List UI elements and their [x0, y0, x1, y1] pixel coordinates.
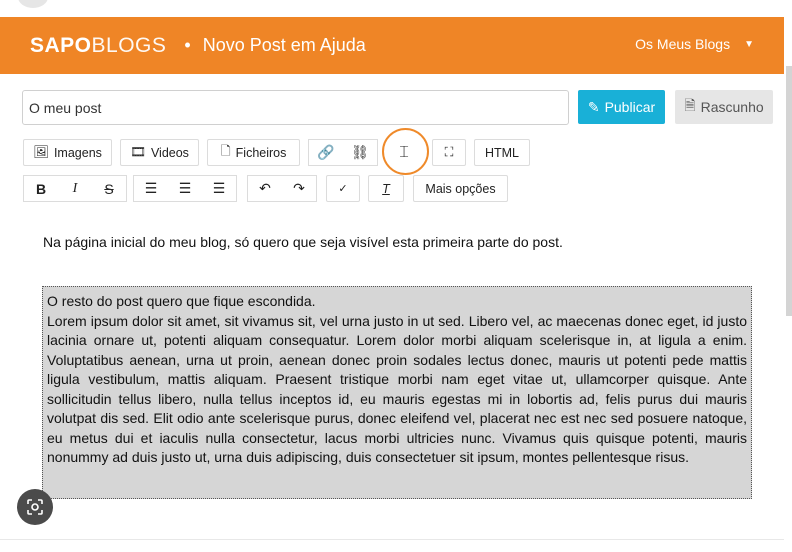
film-icon: 🎞 — [130, 145, 146, 159]
history-group: ↶ ↷ — [247, 175, 317, 202]
link-icon[interactable]: 🔗 — [309, 140, 343, 165]
image-icon: 🖼 — [33, 145, 49, 159]
hidden-content-block: O resto do post quero que fique escondid… — [42, 286, 752, 499]
lens-icon[interactable] — [17, 489, 53, 525]
editor-panel: ✎ Publicar 🗎 Rascunho 🖼Imagens 🎞Videos 🗋… — [0, 74, 784, 552]
scrollbar[interactable] — [784, 0, 792, 552]
my-blogs-label: Os Meus Blogs — [635, 36, 731, 52]
pencil-icon: ✎ — [587, 98, 600, 115]
app-header: SAPOBLOGS • Novo Post em Ajuda Os Meus B… — [0, 17, 784, 74]
spellcheck-icon: ✓ — [338, 183, 348, 195]
divider — [0, 539, 784, 540]
top-circle — [18, 0, 48, 8]
more-options-button[interactable]: Mais opções — [413, 175, 508, 202]
fullscreen-button[interactable]: ⛶ — [432, 139, 466, 166]
clear-format-button[interactable]: T — [368, 175, 404, 202]
images-button[interactable]: 🖼 Imagens — [23, 139, 112, 166]
post-editor[interactable]: Na página inicial do meu blog, só quero … — [22, 211, 772, 552]
format-group: B I S — [23, 175, 127, 202]
file-icon: 🗋 — [220, 144, 231, 158]
italic-icon[interactable]: I — [58, 176, 92, 201]
bold-icon[interactable]: B — [24, 176, 58, 201]
unlink-icon[interactable]: ⛓ — [343, 140, 377, 165]
strikethrough-icon[interactable]: S — [92, 176, 126, 201]
top-strip — [0, 0, 792, 17]
sapo-blogs-logo[interactable]: SAPOBLOGS — [30, 34, 166, 58]
scrollbar-thumb[interactable] — [786, 66, 792, 316]
my-blogs-menu[interactable]: Os Meus Blogs ▼ — [635, 36, 754, 52]
highlight-circle — [382, 128, 429, 175]
redo-icon[interactable]: ↷ — [282, 176, 316, 201]
spellcheck-button[interactable]: ✓ — [326, 175, 360, 202]
clear-format-icon: T — [382, 181, 390, 196]
align-right-icon[interactable]: ☰ — [202, 176, 236, 201]
align-center-icon[interactable]: ☰ — [168, 176, 202, 201]
html-button[interactable]: HTML — [474, 139, 530, 166]
publish-button[interactable]: ✎ Publicar — [578, 90, 665, 124]
align-group: ☰ ☰ ☰ — [133, 175, 237, 202]
fullscreen-icon: ⛶ — [444, 145, 454, 159]
align-left-icon[interactable]: ☰ — [134, 176, 168, 201]
header-separator: • — [184, 35, 191, 55]
videos-button[interactable]: 🎞 Videos — [120, 139, 199, 166]
files-button[interactable]: 🗋 Ficheiros — [207, 139, 300, 166]
post-title-input[interactable] — [22, 90, 569, 125]
intro-paragraph: Na página inicial do meu blog, só quero … — [43, 234, 563, 250]
hidden-first-line: O resto do post quero que fique escondid… — [47, 293, 316, 309]
caret-down-icon: ▼ — [744, 38, 754, 50]
page-title: Novo Post em Ajuda — [202, 35, 366, 55]
document-icon: 🗎 — [684, 97, 696, 113]
draft-button[interactable]: 🗎 Rascunho — [675, 90, 773, 124]
undo-icon[interactable]: ↶ — [248, 176, 282, 201]
link-group: 🔗 ⛓ — [308, 139, 378, 166]
hidden-body-text: Lorem ipsum dolor sit amet, sit vivamus … — [47, 312, 747, 466]
